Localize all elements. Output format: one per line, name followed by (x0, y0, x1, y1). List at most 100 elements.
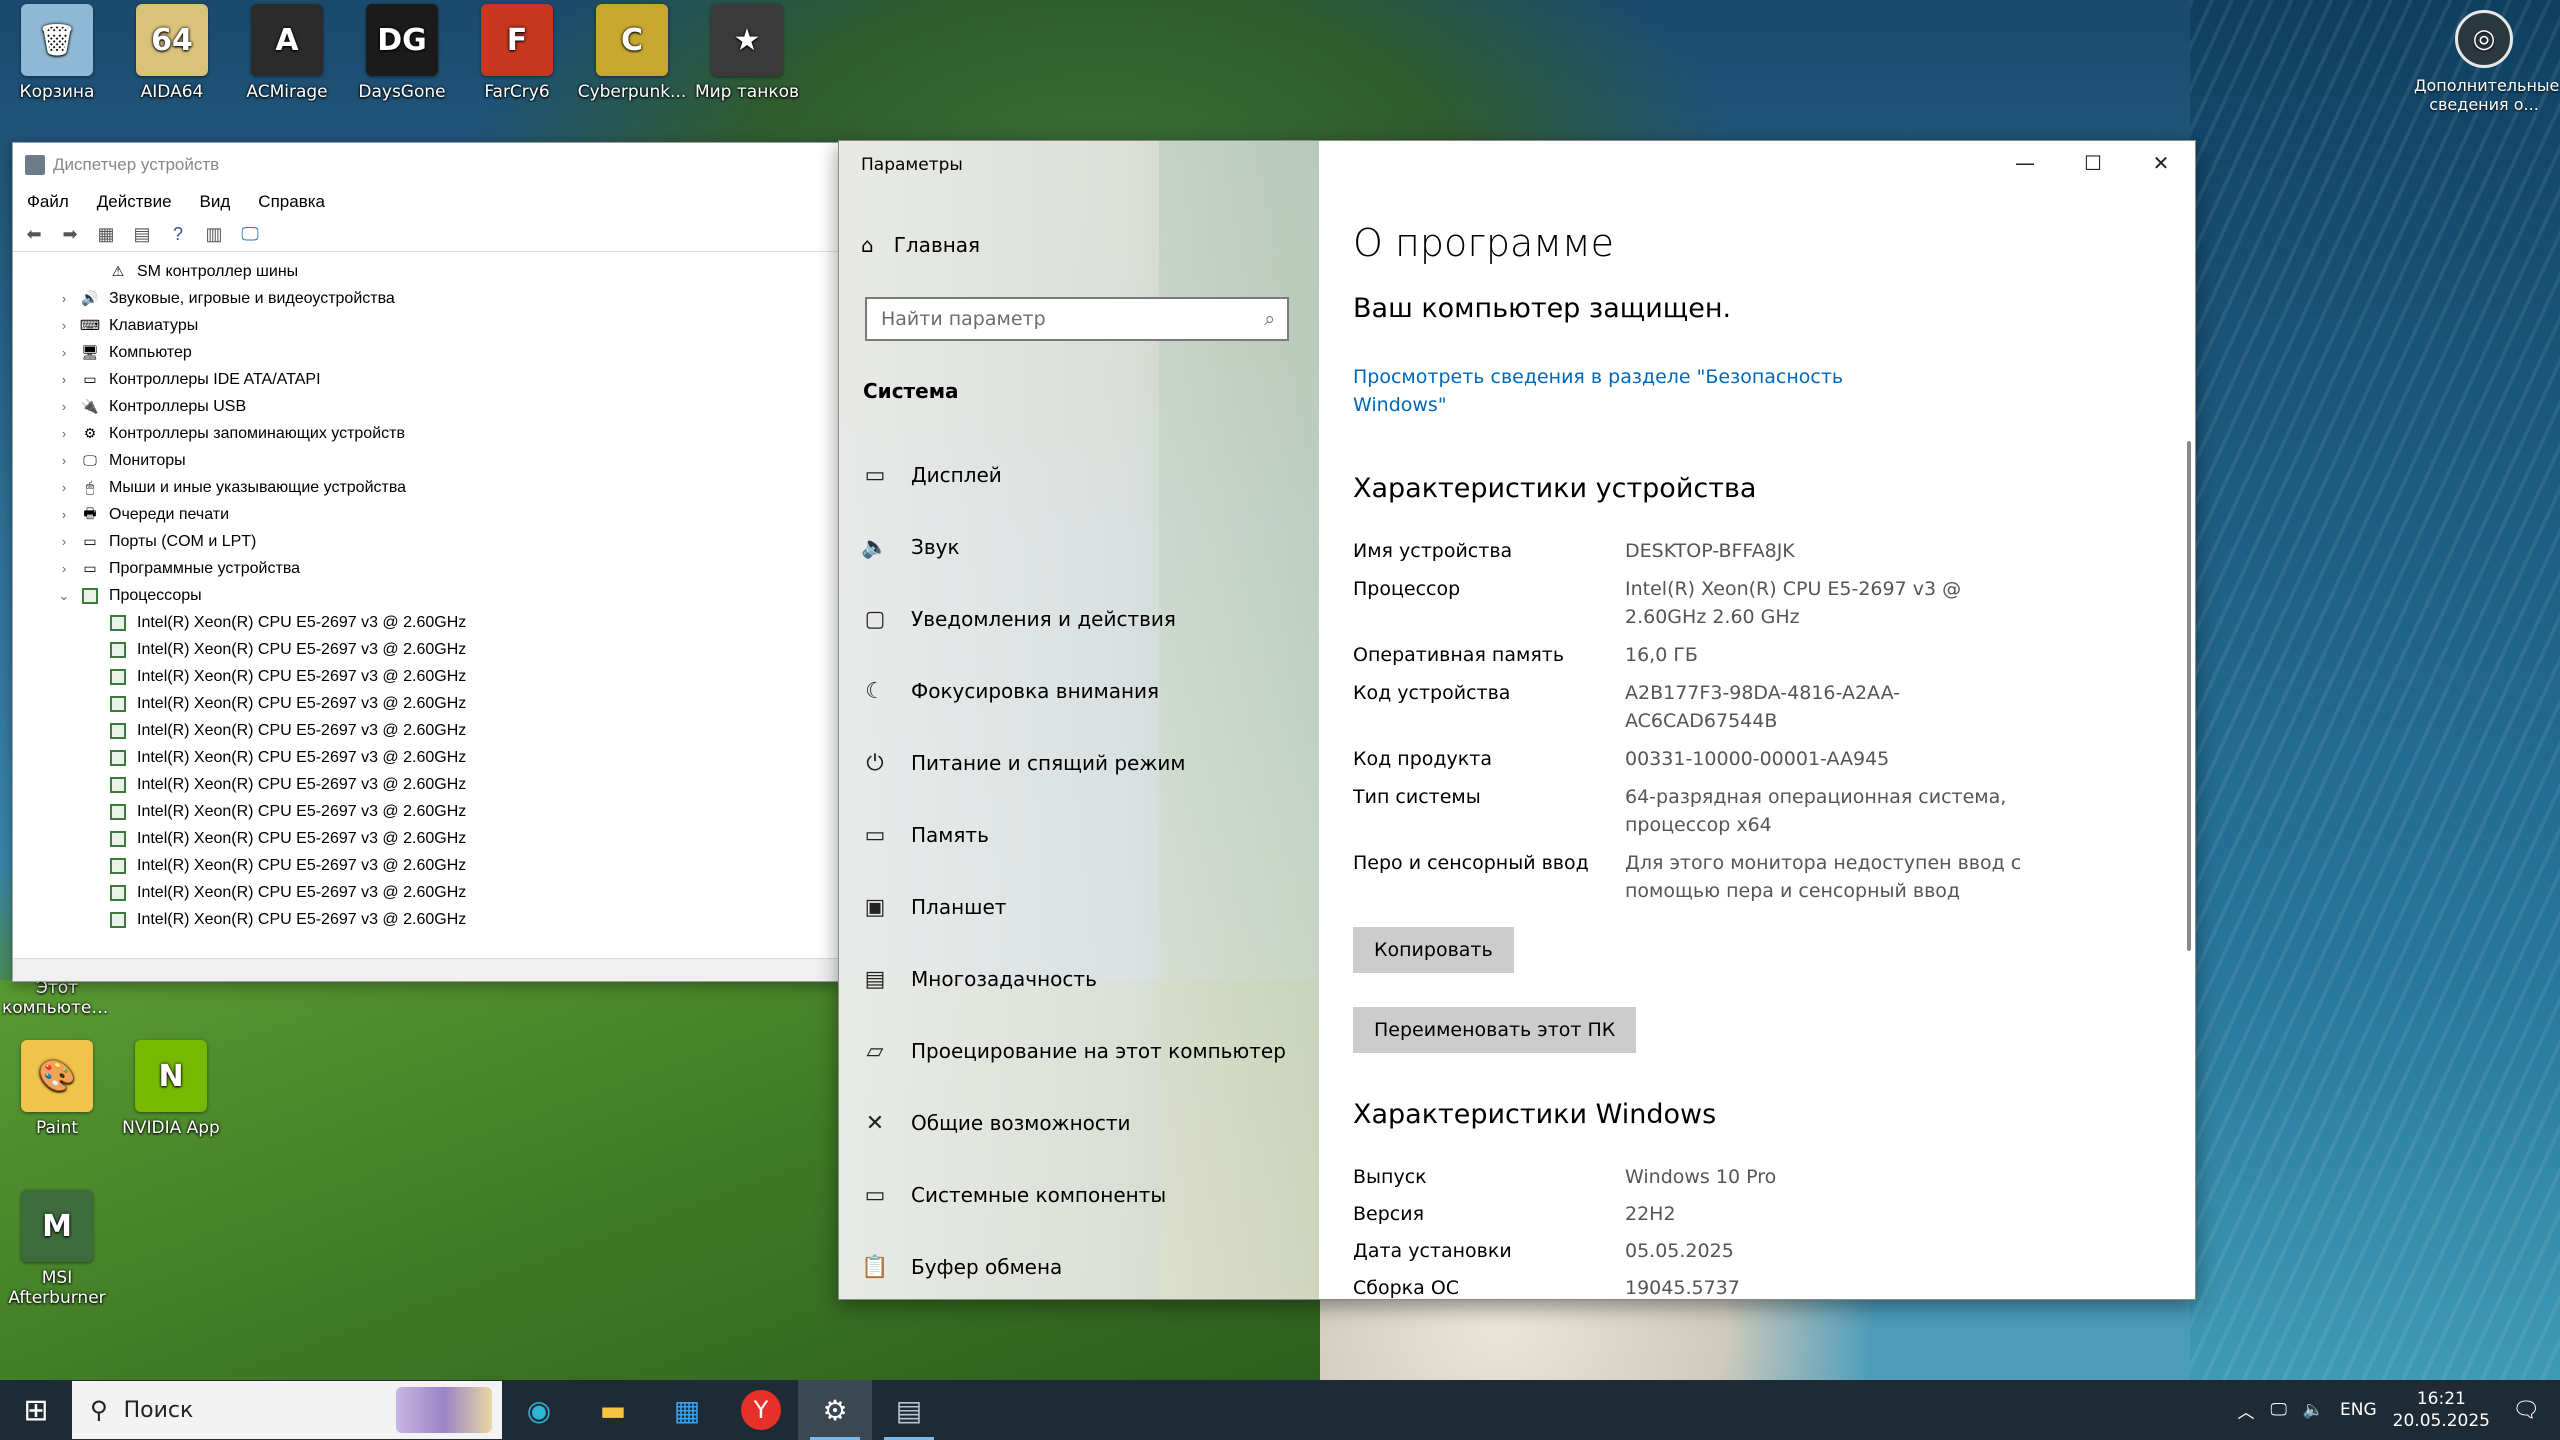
info-widget[interactable]: ◎ Дополнительные сведения о... (2414, 10, 2559, 114)
file-explorer-icon[interactable]: ▬ (576, 1380, 650, 1440)
tree-item[interactable]: › 🔌 Контроллеры USB (13, 393, 839, 420)
copy-button[interactable]: Копировать (1353, 927, 1514, 973)
chevron-right-icon[interactable]: › (55, 426, 73, 441)
tree-item[interactable]: › 🖱 Мыши и иные указывающие устройства (13, 474, 839, 501)
forward-arrow-icon[interactable]: ➡ (57, 222, 83, 246)
device-manager-window[interactable]: Диспетчер устройств Файл Действие Вид Справ… (12, 142, 840, 982)
chevron-right-icon[interactable]: › (55, 345, 73, 360)
processor-item[interactable]: Intel(R) Xeon(R) CPU E5-2697 v3 @ 2.60GH… (13, 744, 839, 771)
close-icon[interactable]: ✕ (2127, 141, 2195, 185)
settings-search-input[interactable] (879, 307, 1265, 331)
tree-item[interactable]: › 🖶 Очереди печати (13, 501, 839, 528)
chevron-right-icon[interactable]: › (55, 318, 73, 333)
nav-item[interactable]: 🔈 Звук (839, 511, 1319, 583)
settings-gear-icon[interactable]: ⚙ (798, 1380, 872, 1440)
desktop-icon[interactable]: C Cyberpunk... (577, 4, 687, 102)
tree-item[interactable]: › ⌨ Клавиатуры (13, 312, 839, 339)
help-icon[interactable]: ? (165, 222, 191, 246)
security-link[interactable]: Просмотреть сведения в разделе "Безопасн… (1353, 363, 1873, 419)
chevron-right-icon[interactable]: › (55, 372, 73, 387)
scan-hardware-icon[interactable]: 🖵 (237, 222, 263, 246)
nav-item[interactable]: ▣ Планшет (839, 871, 1319, 943)
tree-item[interactable]: › 🖥 Компьютер (13, 339, 839, 366)
notifications-icon[interactable]: 🗨 (2506, 1390, 2546, 1430)
search-icon[interactable]: ⌕ (1264, 308, 1275, 330)
nav-item[interactable]: ▭ Память (839, 799, 1319, 871)
update-driver-icon[interactable]: ▤ (129, 222, 155, 246)
menu-item[interactable]: Файл (27, 192, 69, 212)
input-language[interactable]: ENG (2340, 1400, 2377, 1420)
processor-item[interactable]: Intel(R) Xeon(R) CPU E5-2697 v3 @ 2.60GH… (13, 879, 839, 906)
properties-icon[interactable]: ▦ (93, 222, 119, 246)
chevron-right-icon[interactable]: › (55, 507, 73, 522)
start-button[interactable]: ⊞ (0, 1380, 72, 1440)
store-icon[interactable]: ▦ (650, 1380, 724, 1440)
nav-item[interactable]: ▱ Проецирование на этот компьютер (839, 1015, 1319, 1087)
tree-item[interactable]: › ⚙ Контроллеры запоминающих устройств (13, 420, 839, 447)
processor-item[interactable]: Intel(R) Xeon(R) CPU E5-2697 v3 @ 2.60GH… (13, 906, 839, 933)
chevron-right-icon[interactable]: › (55, 561, 73, 576)
view-icon[interactable]: ▥ (201, 222, 227, 246)
desktop-icon[interactable]: DG DaysGone (347, 4, 457, 102)
nav-item[interactable]: ⏻ Питание и спящий режим (839, 727, 1319, 799)
tree-item[interactable]: › ▭ Программные устройства (13, 555, 839, 582)
processor-item[interactable]: Intel(R) Xeon(R) CPU E5-2697 v3 @ 2.60GH… (13, 771, 839, 798)
device-manager-titlebar[interactable]: Диспетчер устройств (13, 143, 839, 187)
minimize-icon[interactable]: — (1991, 141, 2059, 185)
desktop-icon[interactable]: A ACMirage (232, 4, 342, 102)
tree-item[interactable]: › 🔊 Звуковые, игровые и видеоустройства (13, 285, 839, 312)
tree-item[interactable]: › ▭ Порты (COM и LPT) (13, 528, 839, 555)
chevron-right-icon[interactable]: › (55, 453, 73, 468)
desktop-icon[interactable]: N NVIDIA App (116, 1040, 226, 1138)
menu-item[interactable]: Вид (200, 192, 231, 212)
nav-item[interactable]: ▤ Многозадачность (839, 943, 1319, 1015)
rename-pc-button[interactable]: Переименовать этот ПК (1353, 1007, 1637, 1053)
tree-item[interactable]: › 🖵 Мониторы (13, 447, 839, 474)
menu-item[interactable]: Справка (258, 192, 325, 212)
tree-item[interactable]: ›⚠SM контроллер шины (13, 258, 839, 285)
back-arrow-icon[interactable]: ⬅ (21, 222, 47, 246)
desktop-icon[interactable]: 64 AIDA64 (117, 4, 227, 102)
tree-item[interactable]: ⌄ Процессоры (13, 582, 839, 609)
nav-item[interactable]: ▢ Уведомления и действия (839, 583, 1319, 655)
processor-item[interactable]: Intel(R) Xeon(R) CPU E5-2697 v3 @ 2.60GH… (13, 798, 839, 825)
processor-item[interactable]: Intel(R) Xeon(R) CPU E5-2697 v3 @ 2.60GH… (13, 663, 839, 690)
chevron-down-icon[interactable]: ⌄ (55, 588, 73, 604)
volume-icon[interactable]: 🔈 (2303, 1400, 2324, 1420)
nav-item[interactable]: 📋 Буфер обмена (839, 1231, 1319, 1299)
chevron-up-icon[interactable]: ︿ (2237, 1398, 2254, 1423)
settings-search-box[interactable]: ⌕ (865, 297, 1289, 341)
desktop-icon[interactable]: 🎨 Paint (2, 1040, 112, 1138)
nav-home[interactable]: ⌂ Главная (861, 233, 980, 257)
tree-item[interactable]: › ▭ Контроллеры IDE ATA/ATAPI (13, 366, 839, 393)
chevron-right-icon[interactable]: › (55, 399, 73, 414)
processor-item[interactable]: Intel(R) Xeon(R) CPU E5-2697 v3 @ 2.60GH… (13, 609, 839, 636)
nav-item[interactable]: ▭ Системные компоненты (839, 1159, 1319, 1231)
processor-item[interactable]: Intel(R) Xeon(R) CPU E5-2697 v3 @ 2.60GH… (13, 636, 839, 663)
nav-item[interactable]: ▭ Дисплей (839, 439, 1319, 511)
processor-item[interactable]: Intel(R) Xeon(R) CPU E5-2697 v3 @ 2.60GH… (13, 852, 839, 879)
nav-item[interactable]: ✕ Общие возможности (839, 1087, 1319, 1159)
device-manager-taskbar-icon[interactable]: ▤ (872, 1380, 946, 1440)
vertical-scrollbar[interactable] (2187, 441, 2191, 951)
yandex-browser-icon[interactable]: Y (724, 1380, 798, 1440)
desktop-icon[interactable]: 🗑 Корзина (2, 4, 112, 102)
edge-icon[interactable]: ◉ (502, 1380, 576, 1440)
desktop-icon[interactable]: M MSI Afterburner (2, 1190, 112, 1308)
chevron-right-icon[interactable]: › (55, 534, 73, 549)
desktop-icon[interactable]: F FarCry6 (462, 4, 572, 102)
settings-window[interactable]: Параметры ⌂ Главная ⌕ Система ▭ Дисплей 🔈 З… (838, 140, 2196, 1300)
device-tree[interactable]: › ⚠ SM контроллер шины › 🔊 Звуковые, игровые … (13, 252, 839, 938)
processor-item[interactable]: Intel(R) Xeon(R) CPU E5-2697 v3 @ 2.60GH… (13, 825, 839, 852)
chevron-right-icon[interactable]: › (55, 480, 73, 495)
processor-item[interactable]: Intel(R) Xeon(R) CPU E5-2697 v3 @ 2.60GH… (13, 690, 839, 717)
chevron-right-icon[interactable]: › (55, 291, 73, 306)
horizontal-scrollbar[interactable] (13, 958, 839, 981)
menu-item[interactable]: Действие (97, 192, 172, 212)
processor-item[interactable]: Intel(R) Xeon(R) CPU E5-2697 v3 @ 2.60GH… (13, 717, 839, 744)
clock[interactable]: 16:21 20.05.2025 (2393, 1388, 2490, 1432)
desktop-icon[interactable]: ★ Мир танков (692, 4, 802, 102)
maximize-icon[interactable]: ☐ (2059, 141, 2127, 185)
network-icon[interactable]: 🖵 (2270, 1400, 2286, 1420)
nav-item[interactable]: ☾ Фокусировка внимания (839, 655, 1319, 727)
